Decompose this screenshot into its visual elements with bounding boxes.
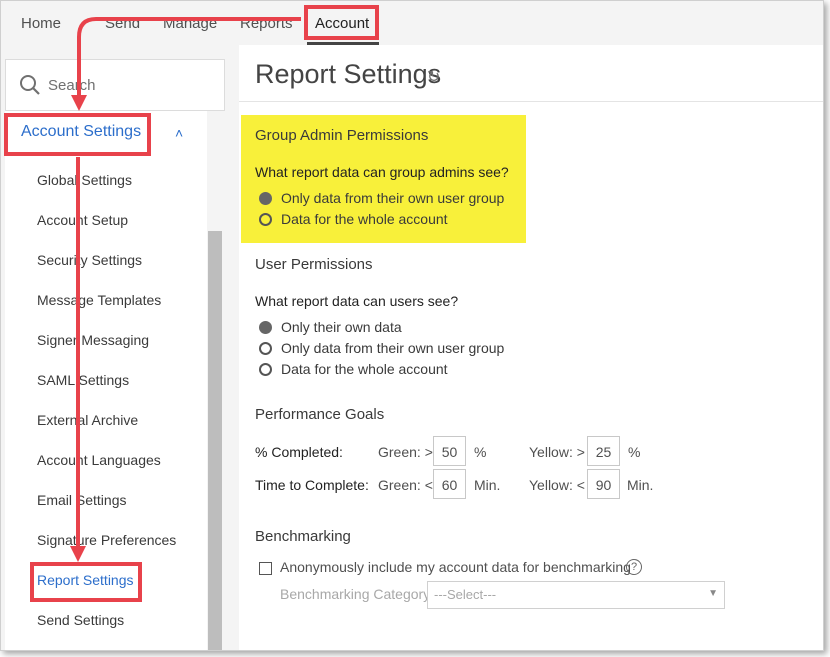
benchmarking-category-select[interactable]: ---Select--- ▼	[427, 581, 725, 609]
user-permissions-question: What report data can users see?	[255, 293, 459, 309]
radio-label: Only data from their own user group	[281, 340, 505, 356]
sidebar-item-email-settings[interactable]: Email Settings	[37, 492, 126, 508]
completed-green-input[interactable]: 50	[433, 436, 466, 466]
select-value: ---Select---	[434, 587, 497, 602]
group-admin-heading: Group Admin Permissions	[255, 127, 429, 144]
sidebar-item-global-settings[interactable]: Global Settings	[37, 172, 132, 188]
search-box[interactable]: Search	[5, 59, 225, 111]
sidebar-item-signer-messaging[interactable]: Signer Messaging	[37, 332, 149, 348]
radio-label: Data for the whole account	[281, 361, 448, 377]
refresh-icon[interactable]: ↻	[427, 67, 440, 87]
search-icon	[20, 75, 40, 95]
radio-user-own-group[interactable]	[259, 342, 272, 355]
sidebar-item-signature-preferences[interactable]: Signature Preferences	[37, 532, 176, 548]
yellow-label: Yellow: >	[529, 444, 585, 460]
sidebar-item-external-archive[interactable]: External Archive	[37, 412, 138, 428]
chevron-up-icon[interactable]: ˄	[175, 125, 183, 141]
benchmarking-checkbox-label: Anonymously include my account data for …	[280, 559, 631, 575]
radio-label: Only their own data	[281, 319, 402, 335]
annotation-box-account	[304, 5, 379, 40]
unit-label: %	[474, 444, 487, 460]
perf-time-label: Time to Complete:	[255, 477, 369, 493]
benchmarking-category-label: Benchmarking Category	[280, 586, 431, 602]
page-title: Report Settings	[255, 59, 442, 89]
time-green-input[interactable]: 60	[433, 469, 466, 499]
search-input[interactable]: Search	[48, 77, 96, 94]
sidebar-item-account-languages[interactable]: Account Languages	[37, 452, 161, 468]
unit-label: Min.	[474, 477, 501, 493]
annotation-box-report-settings	[30, 562, 142, 602]
nav-home[interactable]: Home	[21, 15, 61, 32]
unit-label: Min.	[627, 477, 654, 493]
sidebar-item-security-settings[interactable]: Security Settings	[37, 252, 142, 268]
performance-goals-heading: Performance Goals	[255, 406, 385, 423]
benchmarking-checkbox[interactable]	[259, 562, 272, 575]
caret-down-icon: ▼	[708, 588, 718, 599]
unit-label: %	[628, 444, 641, 460]
top-navigation: Home Send Manage Reports Account	[1, 1, 823, 46]
sidebar-item-saml-settings[interactable]: SAML Settings	[37, 372, 129, 388]
sidebar-item-message-templates[interactable]: Message Templates	[37, 292, 161, 308]
annotation-box-account-settings	[4, 113, 151, 156]
benchmarking-heading: Benchmarking	[255, 528, 351, 545]
group-admin-question: What report data can group admins see?	[255, 164, 509, 180]
nav-manage[interactable]: Manage	[163, 15, 217, 32]
user-permissions-heading: User Permissions	[255, 256, 373, 273]
main-content: Report Settings ↻ Group Admin Permission…	[239, 45, 823, 650]
yellow-label: Yellow: <	[529, 477, 585, 493]
perf-completed-label: % Completed:	[255, 444, 343, 460]
radio-group-admin-own-group[interactable]	[259, 192, 272, 205]
app-window: Home Send Manage Reports Account Search …	[0, 0, 824, 651]
completed-yellow-input[interactable]: 25	[587, 436, 620, 466]
green-label: Green: >	[378, 444, 433, 460]
sidebar-item-account-setup[interactable]: Account Setup	[37, 212, 128, 228]
help-icon[interactable]: ?	[626, 559, 642, 575]
sidebar-scrollbar[interactable]	[208, 231, 222, 650]
radio-label: Only data from their own user group	[281, 190, 505, 206]
divider	[239, 101, 823, 102]
radio-user-own-data[interactable]	[259, 321, 272, 334]
sidebar-item-send-settings[interactable]: Send Settings	[37, 612, 124, 628]
radio-label: Data for the whole account	[281, 211, 448, 227]
radio-group-admin-whole-account[interactable]	[259, 213, 272, 226]
green-label: Green: <	[378, 477, 433, 493]
radio-user-whole-account[interactable]	[259, 363, 272, 376]
nav-reports[interactable]: Reports	[240, 15, 293, 32]
time-yellow-input[interactable]: 90	[587, 469, 620, 499]
nav-send[interactable]: Send	[105, 15, 140, 32]
